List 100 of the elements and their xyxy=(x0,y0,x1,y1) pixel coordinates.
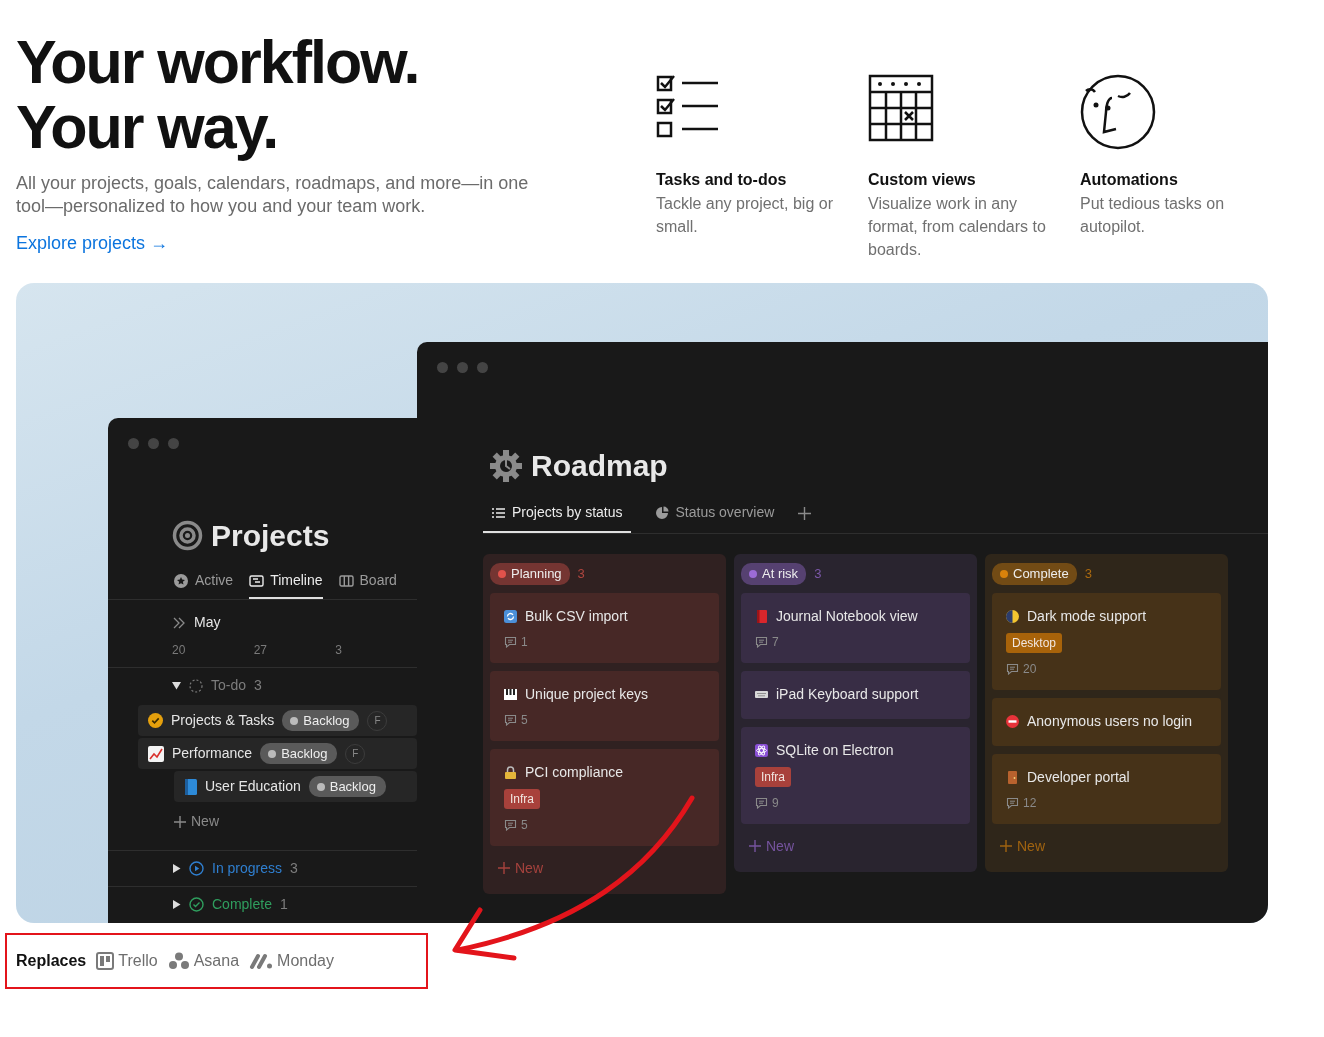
comment-count: 1 xyxy=(521,633,528,651)
timeline-bar[interactable]: Projects & Tasks Backlog F xyxy=(138,705,417,736)
list-icon xyxy=(491,505,506,520)
new-button[interactable]: New xyxy=(174,811,219,832)
card-title: Dark mode support xyxy=(1027,606,1147,626)
view-tab[interactable]: Active xyxy=(174,570,234,599)
gear-icon xyxy=(489,448,523,483)
pie-chart-icon xyxy=(654,505,670,520)
status-pill: At risk xyxy=(741,563,807,585)
feature-title: Tasks and to-dos xyxy=(656,170,788,190)
door-icon xyxy=(1006,770,1019,784)
checklist-icon xyxy=(656,74,720,138)
card-title: Unique project keys xyxy=(525,684,648,704)
comment-count: 20 xyxy=(1023,660,1037,678)
date-label: 3 xyxy=(335,642,344,659)
project-card[interactable]: SQLite on Electron Infra 9 xyxy=(741,726,970,824)
comment-count: 9 xyxy=(772,794,779,812)
comment-icon xyxy=(755,796,768,809)
project-card[interactable]: Anonymous users no login xyxy=(992,697,1221,746)
card-title: Developer portal xyxy=(1027,767,1130,787)
project-card[interactable]: Unique project keys 5 xyxy=(490,670,719,741)
tag: Infra xyxy=(504,788,540,809)
status-badge: Backlog xyxy=(282,709,360,732)
column-count: 3 xyxy=(1084,565,1092,583)
window-control[interactable] xyxy=(477,362,488,373)
comment-icon xyxy=(504,818,517,831)
card-title: Anonymous users no login xyxy=(1027,711,1192,731)
face-doodle-icon xyxy=(1080,74,1156,150)
window-control[interactable] xyxy=(148,438,159,449)
project-card[interactable]: Journal Notebook view 7 xyxy=(741,592,970,663)
star-circle-icon xyxy=(174,573,189,588)
card-title: Bulk CSV import xyxy=(525,606,628,626)
replaces-label: Replaces xyxy=(16,951,87,971)
project-title: User Education xyxy=(205,777,301,796)
book-icon xyxy=(755,609,768,623)
target-icon xyxy=(172,520,203,551)
tag: Desktop xyxy=(1006,632,1063,653)
view-tab[interactable]: Status overview xyxy=(646,502,783,533)
expand-triangle-icon[interactable] xyxy=(172,900,181,909)
page-title: Projects xyxy=(211,518,330,554)
status-badge: Backlog xyxy=(308,775,386,798)
project-card[interactable]: Dark mode support Desktop 20 xyxy=(992,592,1221,690)
slashes-icon xyxy=(249,952,274,970)
piano-icon xyxy=(504,687,517,701)
board-icon xyxy=(338,573,354,588)
timeline-bar[interactable]: User Education Backlog xyxy=(174,771,417,802)
group-count: 3 xyxy=(254,676,262,695)
half-moon-icon xyxy=(1006,609,1019,623)
comment-icon xyxy=(504,635,517,648)
group-label: Complete xyxy=(212,895,272,914)
comment-count: 12 xyxy=(1023,794,1037,812)
dashed-circle-icon xyxy=(189,678,203,693)
view-tab[interactable]: Projects by status xyxy=(483,502,631,533)
plus-icon xyxy=(749,840,761,852)
date-label: 20 xyxy=(172,642,187,659)
comment-icon xyxy=(1006,796,1019,809)
app-name: Trello xyxy=(118,951,158,971)
three-dots-icon xyxy=(167,952,190,970)
project-title: Performance xyxy=(172,744,253,763)
feature-description: Tackle any project, big or small. xyxy=(656,194,834,237)
window-control[interactable] xyxy=(128,438,139,449)
no-entry-icon xyxy=(1006,714,1019,728)
comment-icon xyxy=(755,635,768,648)
timeline-bar[interactable]: Performance Backlog F xyxy=(138,738,417,769)
play-circle-icon xyxy=(189,861,204,876)
tag: Infra xyxy=(755,766,791,787)
explore-link[interactable]: Explore projects → xyxy=(16,233,169,253)
feature-title: Automations xyxy=(1080,170,1179,190)
project-card[interactable]: iPad Keyboard support xyxy=(741,670,970,719)
project-card[interactable]: Bulk CSV import 1 xyxy=(490,592,719,663)
month-label: May xyxy=(194,613,221,632)
feature-description: Visualize work in any format, from calendars to boards. xyxy=(868,194,1047,260)
date-label: 27 xyxy=(253,642,269,659)
window-control[interactable] xyxy=(457,362,468,373)
project-card[interactable]: Developer portal 12 xyxy=(992,753,1221,824)
project-title: Projects & Tasks xyxy=(171,711,275,730)
check-badge-icon xyxy=(148,713,163,728)
project-card[interactable]: PCI compliance Infra 5 xyxy=(490,748,719,846)
plus-icon xyxy=(498,862,510,874)
view-tab[interactable]: Timeline xyxy=(249,570,323,599)
plus-icon xyxy=(1000,840,1012,852)
plus-icon[interactable] xyxy=(798,507,812,520)
comment-count: 7 xyxy=(772,633,779,651)
comment-count: 5 xyxy=(521,711,528,729)
plus-icon xyxy=(174,815,186,828)
app-name: Asana xyxy=(193,951,240,971)
group-count: 1 xyxy=(279,895,288,914)
atom-icon xyxy=(755,743,768,757)
book-icon xyxy=(184,778,197,795)
view-tab[interactable]: Board xyxy=(338,570,397,599)
timeline-icon xyxy=(249,573,265,588)
expand-triangle-icon[interactable] xyxy=(172,864,181,873)
window-control[interactable] xyxy=(437,362,448,373)
card-title: iPad Keyboard support xyxy=(776,684,919,704)
window-control[interactable] xyxy=(168,438,179,449)
status-pill: Planning xyxy=(490,563,570,585)
subtitle: All your projects, goals, calendars, roadmaps, and more—in one tool—personalized to how you and your team work. xyxy=(16,172,530,218)
group-label: In progress xyxy=(212,859,283,878)
collapse-triangle-icon[interactable] xyxy=(172,681,181,690)
page-title: Roadmap xyxy=(531,448,668,484)
